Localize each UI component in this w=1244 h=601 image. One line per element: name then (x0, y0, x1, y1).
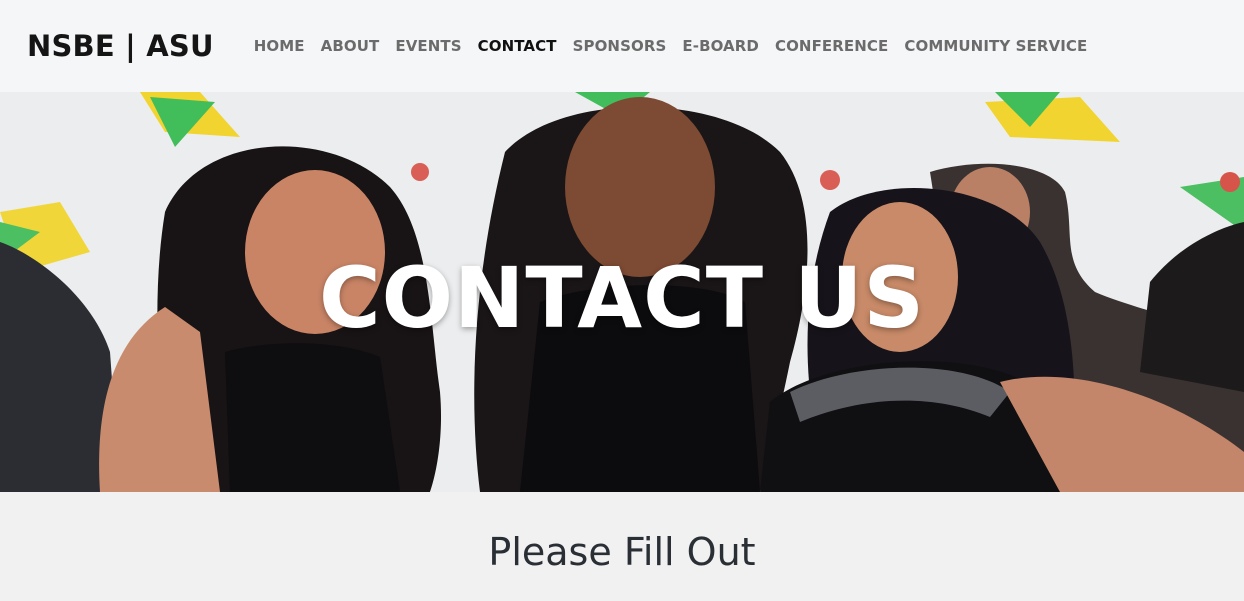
nav-item-sponsors[interactable]: SPONSORS (573, 37, 667, 55)
hero-title: CONTACT US (318, 249, 926, 347)
hero-banner: CONTACT US (0, 92, 1244, 492)
brand-logo-text[interactable]: NSBE | ASU (27, 29, 214, 63)
navbar: NSBE | ASU HOME ABOUT EVENTS CONTACT SPO… (0, 0, 1244, 92)
nav-item-events[interactable]: EVENTS (395, 37, 461, 55)
nav-item-eboard[interactable]: E-BOARD (682, 37, 759, 55)
nav-item-contact[interactable]: CONTACT (478, 37, 557, 55)
nav-item-conference[interactable]: CONFERENCE (775, 37, 888, 55)
nav-item-home[interactable]: HOME (254, 37, 305, 55)
nav-item-community-service[interactable]: COMMUNITY SERVICE (904, 37, 1087, 55)
nav-item-about[interactable]: ABOUT (321, 37, 380, 55)
nav-menu: HOME ABOUT EVENTS CONTACT SPONSORS E-BOA… (254, 37, 1088, 55)
section-title: Please Fill Out (488, 530, 756, 574)
